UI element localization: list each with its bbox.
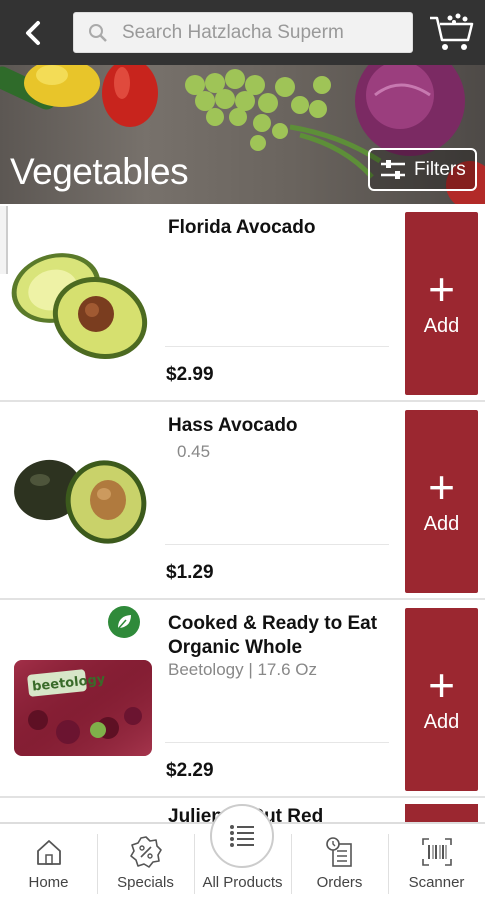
top-bar	[0, 0, 485, 65]
nav-label: Specials	[117, 874, 174, 891]
filters-button[interactable]: Filters	[368, 148, 477, 191]
barcode-icon	[421, 838, 452, 866]
product-image-hass-avocado	[14, 459, 147, 544]
add-label: Add	[423, 315, 460, 337]
add-label: Add	[423, 513, 460, 535]
add-to-cart-button[interactable]: + Add	[405, 212, 478, 395]
nav-home[interactable]: Home	[0, 824, 97, 902]
add-label: Add	[423, 711, 460, 733]
nav-label: Orders	[316, 874, 363, 891]
cart-button[interactable]	[428, 12, 474, 57]
product-price: $2.99	[166, 364, 214, 385]
chevron-left-icon	[26, 21, 40, 45]
search-input[interactable]	[122, 19, 407, 47]
product-name[interactable]: Cooked & Ready to Eat Organic Whole	[168, 612, 393, 660]
plus-icon: +	[428, 659, 455, 711]
sliders-icon	[381, 159, 405, 179]
filters-label: Filters	[414, 158, 466, 180]
side-drawer-handle[interactable]	[0, 206, 8, 274]
product-image-florida-avocado	[11, 253, 148, 360]
nav-specials[interactable]: Specials	[97, 824, 194, 902]
add-to-cart-button[interactable]: + Add	[405, 410, 478, 593]
nav-label: Home	[28, 874, 69, 891]
back-button[interactable]	[18, 18, 48, 48]
row-divider	[165, 346, 389, 347]
product-row[interactable]: Hass Avocado 0.45 $1.29 + Add	[0, 402, 485, 600]
add-to-cart-button[interactable]: + Add	[405, 608, 478, 791]
plus-icon: +	[428, 461, 455, 513]
percent-badge-icon	[129, 836, 162, 868]
search-icon	[89, 24, 107, 42]
home-icon	[36, 840, 61, 865]
product-list[interactable]: Florida Avocado $2.99 + Add Hass Avocado…	[0, 204, 485, 798]
bottom-navigation: Home Specials All Products Orders Scanne…	[0, 804, 485, 902]
category-banner: Vegetables Filters	[0, 65, 485, 204]
row-divider	[165, 742, 389, 743]
product-brand-size: Beetology | 17.6 Oz	[168, 660, 318, 679]
nav-label: Scanner	[408, 874, 465, 891]
product-price: $1.29	[166, 562, 214, 583]
product-row[interactable]: Florida Avocado $2.99 + Add	[0, 204, 485, 402]
product-price: $2.29	[166, 760, 214, 781]
product-name[interactable]: Hass Avocado	[168, 414, 393, 438]
product-image-beetology: beetology	[14, 660, 152, 756]
product-quantity: 0.45	[177, 442, 211, 461]
nav-label: All Products	[202, 874, 283, 891]
product-name[interactable]: Florida Avocado	[168, 216, 393, 240]
search-box[interactable]	[73, 12, 413, 53]
product-row[interactable]: beetology Cooked & Ready to Eat Organic …	[0, 600, 485, 798]
nav-scanner[interactable]: Scanner	[388, 824, 485, 902]
all-products-circle-button[interactable]	[210, 804, 274, 868]
category-title: Vegetables	[10, 151, 189, 192]
plus-icon: +	[428, 263, 455, 315]
nav-orders[interactable]: Orders	[291, 824, 388, 902]
orders-icon	[325, 837, 352, 867]
list-icon	[230, 825, 254, 847]
cart-icon	[430, 13, 474, 50]
row-divider	[165, 544, 389, 545]
